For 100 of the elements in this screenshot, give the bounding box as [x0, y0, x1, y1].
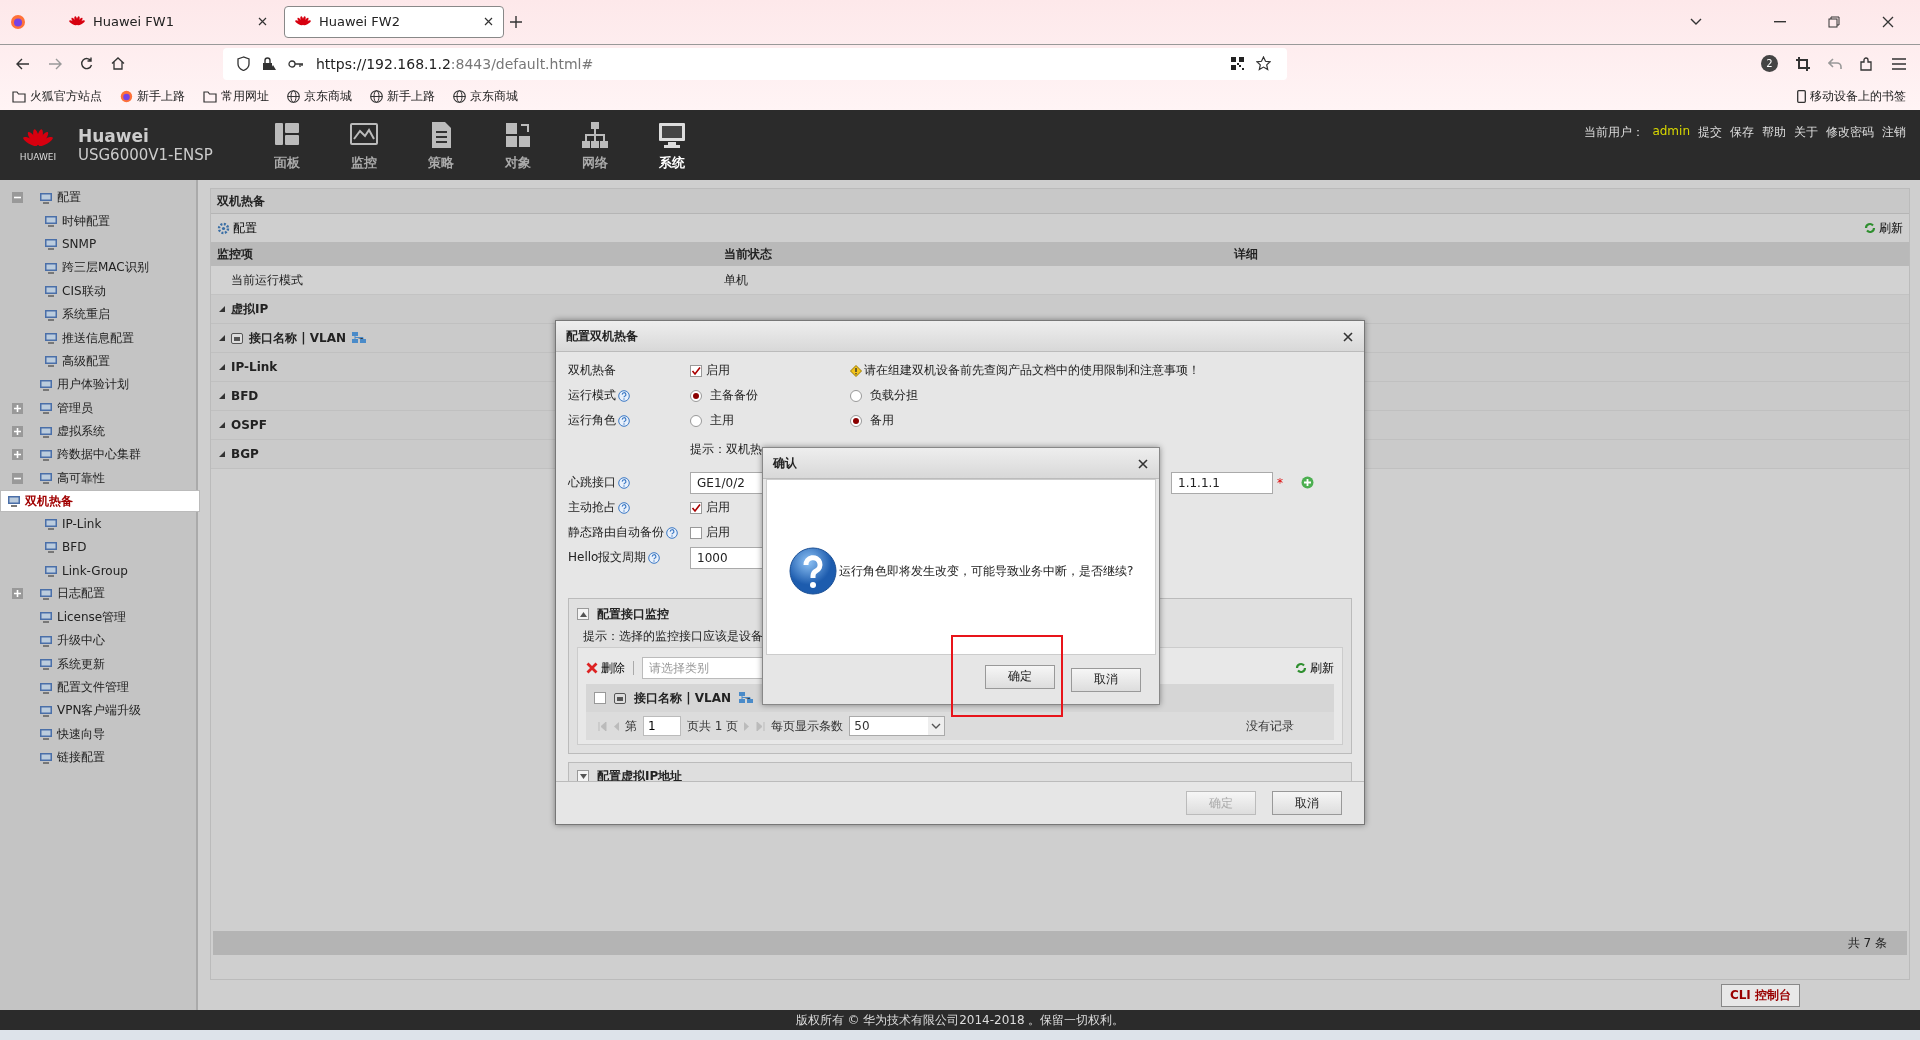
lock-warning-icon[interactable]	[262, 56, 276, 72]
browser-tab[interactable]: Huawei FW1	[58, 5, 278, 38]
checkbox[interactable]	[690, 364, 702, 377]
restore-icon[interactable]	[1828, 15, 1840, 28]
radio-button[interactable]	[690, 389, 702, 402]
tree-item[interactable]: 跨三层MAC识别	[0, 256, 196, 280]
cli-console-button[interactable]: CLI 控制台	[1720, 983, 1800, 1007]
home-icon[interactable]	[111, 57, 125, 71]
tree-item[interactable]: VPN客户端升级	[0, 699, 196, 723]
tree-item[interactable]: IP-Link	[0, 512, 196, 536]
tree-item[interactable]: 系统更新	[0, 652, 196, 676]
crop-icon[interactable]	[1796, 56, 1810, 71]
option-label[interactable]: 启用	[706, 499, 730, 516]
help-icon[interactable]	[666, 526, 678, 539]
expand-icon[interactable]	[219, 393, 225, 399]
radio-button[interactable]	[690, 414, 702, 427]
expand-icon[interactable]	[577, 770, 589, 781]
peer-ip-field[interactable]: 1.1.1.1	[1171, 471, 1273, 494]
nav-tab[interactable]: 策略	[402, 110, 479, 180]
checkbox[interactable]	[690, 501, 702, 514]
option-label[interactable]: 启用	[706, 362, 730, 379]
shield-icon[interactable]	[237, 56, 250, 72]
delete-button[interactable]: 删除	[586, 659, 625, 677]
expand-icon[interactable]	[219, 306, 225, 312]
expand-icon[interactable]	[219, 451, 225, 457]
extensions-icon[interactable]	[1860, 56, 1874, 71]
reload-icon[interactable]	[80, 57, 93, 71]
page-field[interactable]: 1	[643, 716, 681, 736]
notification-badge[interactable]: 2	[1761, 55, 1778, 73]
option-label[interactable]: 启用	[706, 524, 730, 541]
page-size-dropdown[interactable]: 50	[849, 716, 946, 736]
header-link[interactable]: 保存	[1730, 124, 1754, 141]
tree-item[interactable]: BFD	[0, 535, 196, 559]
bookmark[interactable]: 新手上路	[370, 88, 435, 106]
tree-item[interactable]: 双机热备	[0, 490, 200, 513]
refresh-button[interactable]: 刷新	[1864, 219, 1903, 237]
close-icon[interactable]	[1882, 15, 1894, 28]
star-icon[interactable]	[1256, 56, 1271, 72]
tree-item[interactable]: 系统重启	[0, 302, 196, 327]
undo-icon[interactable]	[1828, 57, 1842, 70]
bookmark[interactable]: 新手上路	[120, 88, 185, 106]
help-icon[interactable]	[618, 501, 630, 514]
tree-item[interactable]: 用户体验计划	[0, 373, 196, 397]
tree-item[interactable]: 虚拟系统	[0, 419, 196, 444]
tree-item[interactable]: 时钟配置	[0, 209, 196, 233]
header-link[interactable]: 提交	[1698, 124, 1722, 141]
menu-icon[interactable]	[1892, 57, 1906, 70]
expand-icon[interactable]	[219, 335, 225, 341]
tree-item[interactable]: 链接配置	[0, 746, 196, 770]
help-icon[interactable]	[618, 389, 630, 402]
tree-item[interactable]: 跨数据中心集群	[0, 443, 196, 467]
close-icon[interactable]	[258, 17, 267, 27]
close-icon[interactable]	[484, 17, 493, 27]
expand-icon[interactable]	[219, 422, 225, 428]
cancel-button[interactable]: 取消	[1272, 791, 1342, 815]
collapse-icon[interactable]	[577, 608, 589, 620]
bookmark[interactable]: 移动设备上的书签	[1797, 88, 1906, 106]
header-link[interactable]: 修改密码	[1826, 124, 1874, 141]
close-icon[interactable]	[1342, 330, 1354, 342]
header-link[interactable]: 注销	[1882, 124, 1906, 141]
refresh-button[interactable]: 刷新	[1295, 659, 1334, 677]
radio-button[interactable]	[850, 414, 862, 427]
browser-logo-icon[interactable]	[10, 13, 26, 30]
collapse-icon[interactable]	[12, 192, 23, 204]
tree-item[interactable]: Link-Group	[0, 558, 196, 583]
nav-tab[interactable]: 对象	[479, 110, 556, 180]
bookmark[interactable]: 京东商城	[453, 88, 518, 106]
help-icon[interactable]	[648, 551, 661, 564]
nav-tab[interactable]: 监控	[325, 110, 402, 180]
header-link[interactable]: 关于	[1794, 124, 1818, 141]
qr-code-icon[interactable]	[1231, 57, 1244, 71]
header-link[interactable]: 帮助	[1762, 124, 1786, 141]
collapse-icon[interactable]	[12, 472, 23, 484]
bookmark[interactable]: 常用网址	[203, 88, 269, 106]
browser-tab[interactable]: Huawei FW2	[284, 5, 504, 38]
option-label[interactable]: 备用	[870, 412, 894, 429]
tree-item[interactable]: 配置	[0, 186, 196, 210]
bookmark[interactable]: 火狐官方站点	[12, 88, 102, 106]
address-bar[interactable]: https://192.168.1.2:8443/default.html#	[223, 47, 1287, 80]
ok-button[interactable]: 确定	[985, 664, 1055, 689]
tree-item[interactable]: 高级配置	[0, 349, 196, 374]
nav-tab[interactable]: 系统	[633, 110, 710, 180]
back-icon[interactable]	[16, 57, 30, 70]
config-button[interactable]: 配置	[217, 219, 257, 237]
cancel-button[interactable]: 取消	[1071, 667, 1141, 692]
tree-item[interactable]: 日志配置	[0, 582, 196, 606]
tree-item[interactable]: 推送信息配置	[0, 326, 196, 350]
add-icon[interactable]	[1301, 476, 1314, 489]
expand-icon[interactable]	[219, 364, 225, 370]
select-all-checkbox[interactable]	[594, 692, 606, 704]
option-label[interactable]: 主用	[710, 412, 734, 429]
help-icon[interactable]	[618, 414, 630, 427]
option-label[interactable]: 负载分担	[870, 387, 918, 404]
close-icon[interactable]	[1137, 457, 1149, 469]
tree-item[interactable]: SNMP	[0, 232, 196, 257]
nav-tab[interactable]: 网络	[556, 110, 633, 180]
bookmark[interactable]: 京东商城	[287, 88, 352, 106]
tree-item[interactable]: 快速向导	[0, 722, 196, 746]
radio-button[interactable]	[850, 389, 862, 402]
tree-item[interactable]: 管理员	[0, 396, 196, 420]
